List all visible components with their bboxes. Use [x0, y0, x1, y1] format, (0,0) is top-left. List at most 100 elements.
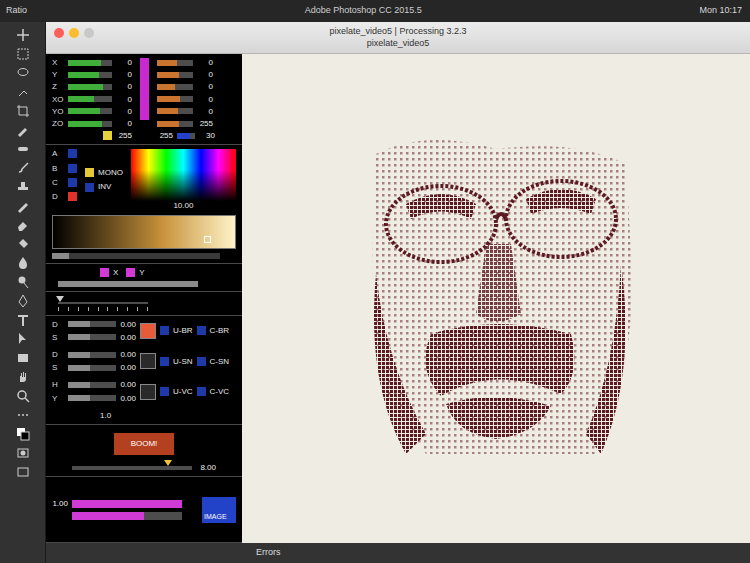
tick-marks: [58, 307, 148, 311]
xy-box[interactable]: [126, 268, 135, 277]
picker-handle[interactable]: [204, 236, 211, 243]
tick-slider[interactable]: [58, 302, 148, 311]
mode-label: A: [52, 149, 64, 158]
colors-icon: [16, 427, 30, 441]
effect-button-box[interactable]: [160, 357, 169, 366]
boom-button[interactable]: BOOM!: [114, 433, 174, 455]
position-slider[interactable]: [68, 96, 112, 102]
color-spectrum[interactable]: [131, 149, 236, 201]
effect-button[interactable]: U-SN: [160, 357, 193, 366]
xy-slider[interactable]: [58, 281, 198, 287]
effect-button-box[interactable]: [197, 387, 206, 396]
image-bar-row: [52, 512, 194, 520]
effect-slider[interactable]: [68, 382, 116, 388]
color-slider[interactable]: [157, 121, 193, 127]
slider-fill: [68, 382, 90, 388]
yellow-swatch: [103, 131, 112, 140]
slider-fill: [72, 512, 144, 520]
slider-fill: [68, 334, 90, 340]
effect-button-box[interactable]: [160, 387, 169, 396]
position-slider[interactable]: [68, 72, 112, 78]
crop-icon: [16, 104, 30, 118]
effect-button[interactable]: U-BR: [160, 326, 193, 335]
slider-fill: [58, 281, 198, 287]
mode-list: ABCD: [52, 149, 77, 210]
type-icon: [16, 313, 30, 327]
image-button[interactable]: IMAGE: [202, 497, 236, 523]
gold-picker[interactable]: [52, 215, 236, 249]
close-button[interactable]: [54, 28, 64, 38]
effect-button-box[interactable]: [197, 326, 206, 335]
effect-reading: 0.00: [120, 394, 136, 403]
color-slider[interactable]: [157, 60, 193, 66]
toggle-box[interactable]: [85, 183, 94, 192]
slider-reading: 0: [116, 119, 132, 128]
image-bar[interactable]: [72, 500, 182, 508]
effect-slider[interactable]: [68, 321, 116, 327]
marquee-icon: [16, 47, 30, 61]
effect-reading: 0.00: [120, 363, 136, 372]
xy-box[interactable]: [100, 268, 109, 277]
color-slider[interactable]: [157, 72, 193, 78]
color-row: 0: [157, 107, 215, 116]
slider-fill: [68, 365, 90, 371]
effect-slider[interactable]: [68, 334, 116, 340]
slider-marker[interactable]: [56, 296, 64, 302]
tick: [117, 307, 118, 311]
slider-reading: 0: [116, 58, 132, 67]
errors-tab[interactable]: Errors: [256, 546, 281, 560]
gold-slider[interactable]: [52, 253, 220, 259]
boom-slider[interactable]: [72, 466, 192, 470]
position-row: Y0: [52, 70, 132, 79]
effect-swatch[interactable]: [140, 384, 156, 400]
image-bar[interactable]: [72, 512, 182, 520]
tick: [127, 307, 128, 311]
color-slider[interactable]: [157, 96, 193, 102]
effect-slider-row: Y0.00: [52, 394, 136, 403]
mode-toggle[interactable]: [68, 178, 77, 187]
effect-button[interactable]: U-VC: [160, 387, 193, 396]
mode-toggle[interactable]: [68, 149, 77, 158]
toggle-box[interactable]: [85, 168, 94, 177]
boom-marker[interactable]: [164, 460, 172, 466]
footer-reading: 255: [157, 131, 173, 140]
effect-button[interactable]: C-VC: [197, 387, 230, 396]
effect-swatch[interactable]: [140, 323, 156, 339]
window-title: pixelate_video5 | Processing 3.2.3: [330, 26, 467, 38]
image-bar-row: 1.00: [52, 499, 194, 508]
effect-slider-row: H0.00: [52, 380, 136, 389]
position-slider[interactable]: [68, 121, 112, 127]
eyedropper-icon: [16, 123, 30, 137]
position-slider[interactable]: [68, 84, 112, 90]
more-icon: [16, 408, 30, 422]
workspace: pixelate_video5 | Processing 3.2.3pixela…: [0, 22, 750, 563]
tick-track[interactable]: [58, 302, 148, 304]
tick-section: [46, 292, 242, 316]
xy-toggle: Y: [126, 268, 144, 277]
mode-toggle[interactable]: [68, 192, 77, 201]
slider-fill: [68, 72, 99, 78]
color-slider[interactable]: [157, 84, 193, 90]
minimize-button[interactable]: [69, 28, 79, 38]
effect-label: S: [52, 363, 64, 372]
position-slider[interactable]: [68, 60, 112, 66]
boom-track[interactable]: [72, 466, 192, 470]
alpha-slider[interactable]: [177, 133, 195, 139]
position-slider[interactable]: [68, 108, 112, 114]
color-row: 255: [157, 119, 215, 128]
effect-button[interactable]: C-BR: [197, 326, 230, 335]
effect-button-box[interactable]: [160, 326, 169, 335]
effect-swatch[interactable]: [140, 353, 156, 369]
slider-label: X: [52, 58, 64, 67]
color-slider[interactable]: [157, 108, 193, 114]
effect-button-box[interactable]: [197, 357, 206, 366]
effect-slider[interactable]: [68, 395, 116, 401]
mode-toggle[interactable]: [68, 164, 77, 173]
effect-slider[interactable]: [68, 365, 116, 371]
effect-slider[interactable]: [68, 352, 116, 358]
magenta-bar[interactable]: [140, 58, 149, 120]
effect-button[interactable]: C-SN: [197, 357, 230, 366]
brush-icon: [16, 161, 30, 175]
effect-reading: 0.00: [120, 333, 136, 342]
zoom-button[interactable]: [84, 28, 94, 38]
